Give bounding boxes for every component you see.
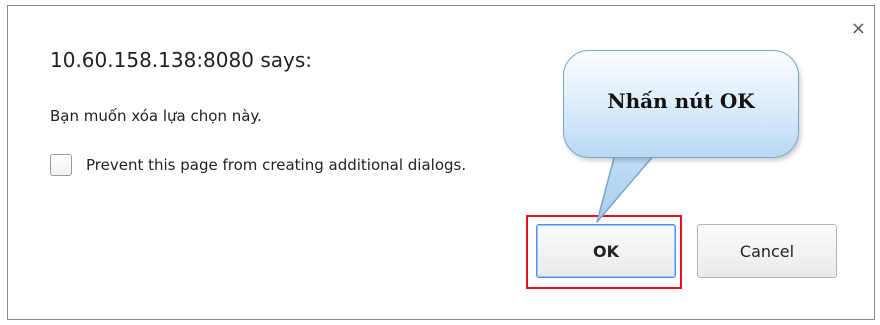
callout-text: Nhấn nút OK xyxy=(607,89,755,113)
callout-pointer xyxy=(596,153,656,223)
